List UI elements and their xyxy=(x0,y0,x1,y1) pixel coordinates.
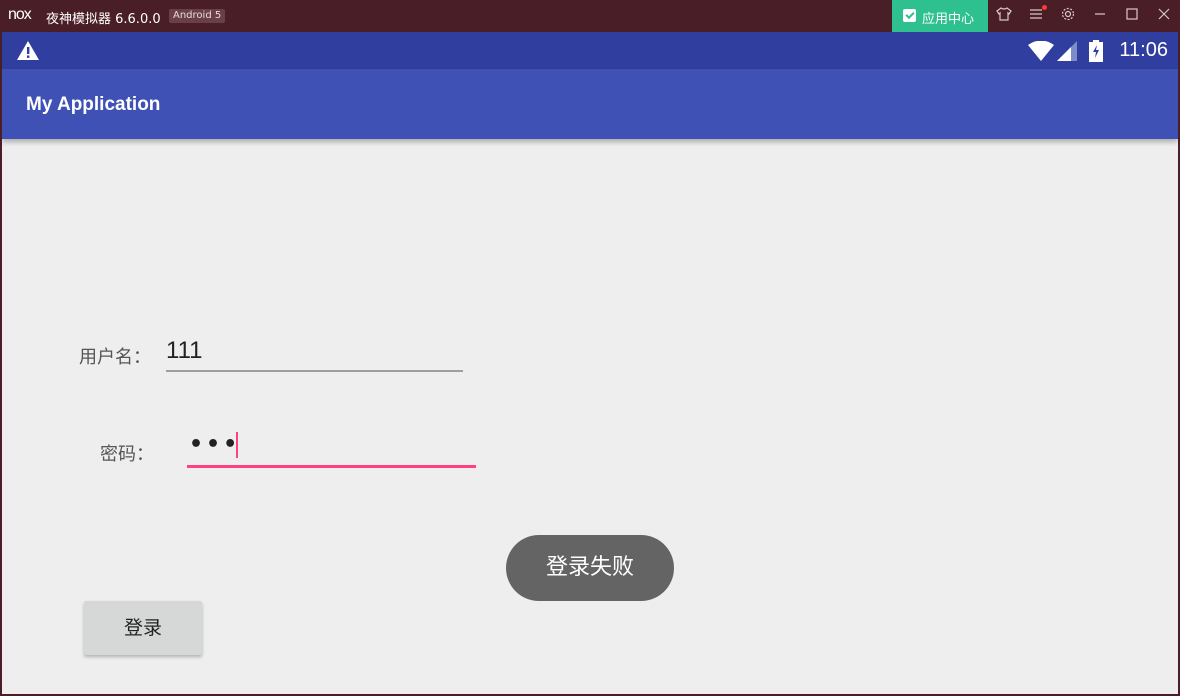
skin-icon[interactable] xyxy=(994,6,1014,26)
emulator-title: 夜神模拟器 6.6.0.0 xyxy=(46,12,161,27)
password-input[interactable]: ••• xyxy=(187,427,476,468)
minimize-icon[interactable] xyxy=(1090,6,1110,26)
username-label: 用户名： xyxy=(79,347,151,368)
username-value: 111 xyxy=(166,337,203,364)
status-bar: 11:06 xyxy=(2,32,1178,69)
battery-icon xyxy=(1089,40,1103,66)
app-center-button[interactable]: 应用中心 xyxy=(892,0,988,32)
signal-icon xyxy=(1057,41,1077,65)
emulator-titlebar: nox 夜神模拟器 6.6.0.0 Android 5 应用中心 xyxy=(0,0,1180,32)
maximize-icon[interactable] xyxy=(1122,6,1142,26)
app-title: My Application xyxy=(26,94,161,115)
login-button[interactable]: 登录 xyxy=(84,601,202,655)
username-input[interactable]: 111 xyxy=(166,332,463,372)
password-value: ••• xyxy=(189,432,241,457)
settings-icon[interactable] xyxy=(1058,6,1078,26)
action-bar: My Application xyxy=(2,69,1178,139)
toast-message: 登录失败 xyxy=(506,535,674,601)
app-center-icon xyxy=(903,9,916,22)
wifi-icon xyxy=(1028,40,1054,65)
warning-icon xyxy=(16,40,40,65)
close-icon[interactable] xyxy=(1154,6,1174,26)
nox-logo: nox xyxy=(8,6,32,23)
android-screen: 11:06 My Application 用户名： 111 密码： ••• 登录… xyxy=(2,32,1178,694)
notification-dot xyxy=(1042,5,1047,10)
text-cursor xyxy=(236,432,238,458)
status-time: 11:06 xyxy=(1119,39,1168,61)
password-label: 密码： xyxy=(100,444,154,465)
android-version-badge: Android 5 xyxy=(169,9,226,23)
app-center-label: 应用中心 xyxy=(922,12,975,27)
